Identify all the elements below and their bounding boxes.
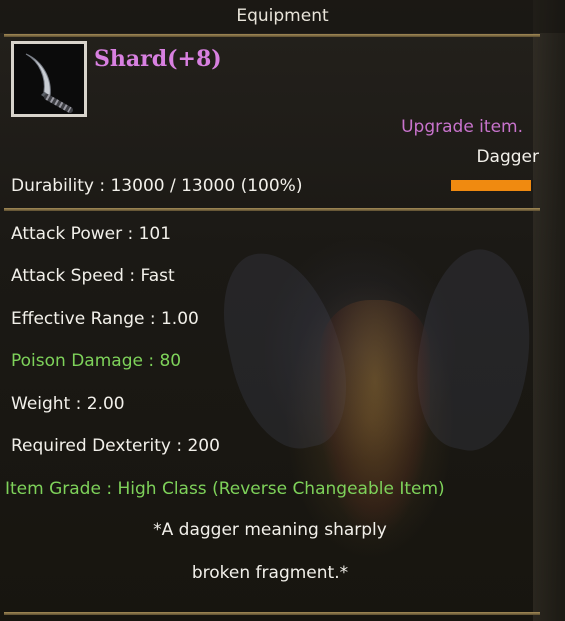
item-name: Shard(+8) xyxy=(94,46,222,72)
item-type: Dagger xyxy=(476,147,539,167)
stat-effective-range: Effective Range : 1.00 xyxy=(11,309,199,329)
dagger-icon xyxy=(25,53,73,113)
divider xyxy=(4,34,540,37)
divider xyxy=(4,612,540,615)
item-tooltip: Equipment Shard(+8) Upgrade item. Dagger… xyxy=(0,0,565,621)
divider xyxy=(4,208,540,211)
stat-poison-damage: Poison Damage : 80 xyxy=(11,351,182,371)
durability-bar xyxy=(451,180,531,191)
stat-weight: Weight : 2.00 xyxy=(11,394,125,414)
durability-bar-fill xyxy=(451,180,531,191)
stat-required-dexterity: Required Dexterity : 200 xyxy=(11,436,220,456)
item-grade: Item Grade : High Class (Reverse Changea… xyxy=(5,479,445,499)
upgrade-label: Upgrade item. xyxy=(401,117,523,137)
stat-attack-speed: Attack Speed : Fast xyxy=(11,266,175,286)
window-title: Equipment xyxy=(0,0,565,33)
description-line: *A dagger meaning sharply xyxy=(153,520,387,540)
description-line: broken fragment.* xyxy=(191,563,349,583)
durability-text: Durability : 13000 / 13000 (100%) xyxy=(11,176,303,196)
stat-attack-power: Attack Power : 101 xyxy=(11,224,172,244)
item-icon-slot[interactable] xyxy=(11,41,87,117)
